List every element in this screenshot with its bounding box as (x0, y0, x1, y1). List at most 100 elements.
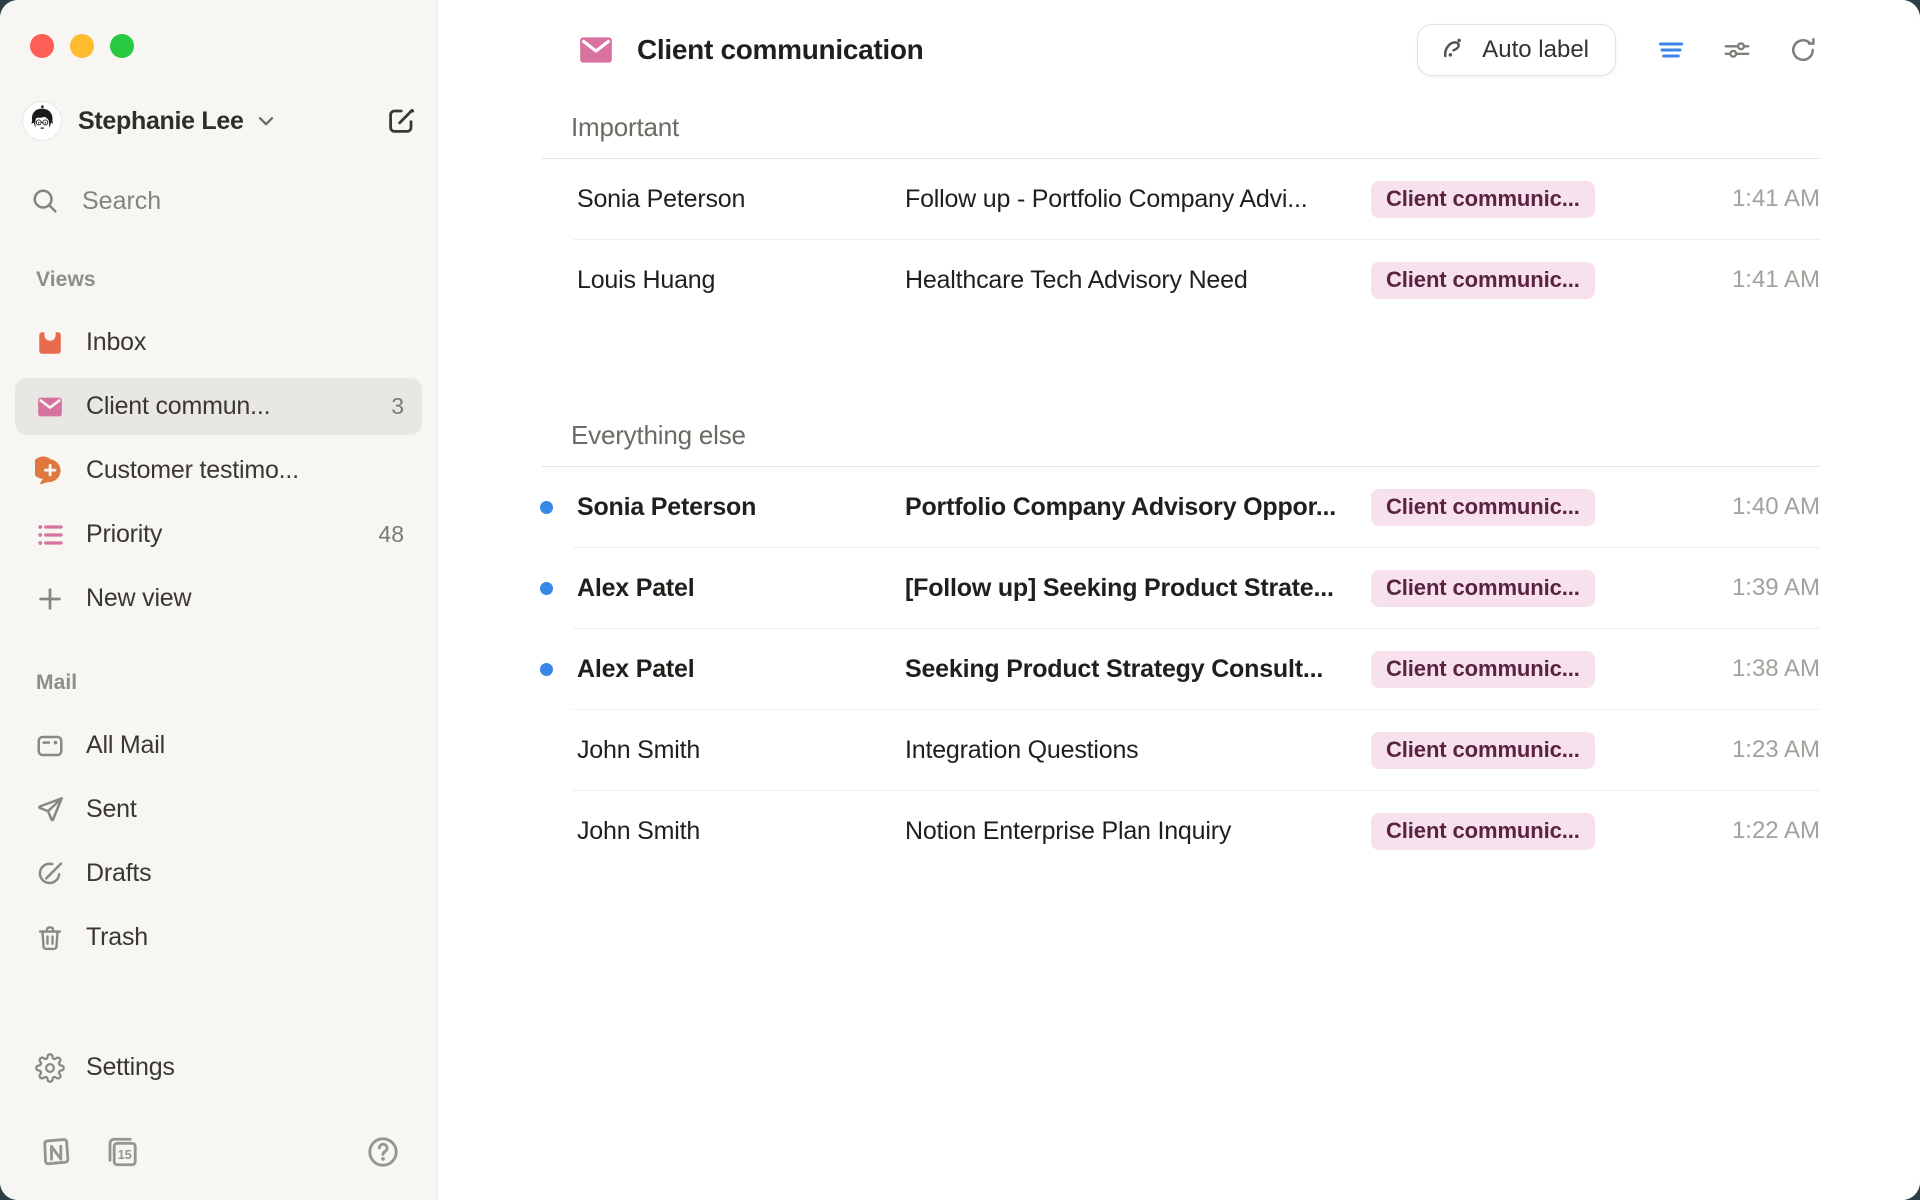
mail-list: ImportantSonia PetersonFollow up - Portf… (438, 100, 1920, 871)
mail-subject: Portfolio Company Advisory Oppor... (905, 493, 1371, 522)
compose-button[interactable] (380, 100, 422, 142)
refresh-icon[interactable] (1788, 35, 1818, 65)
mail-time: 1:41 AM (1595, 266, 1820, 294)
search-icon (30, 186, 60, 216)
mail-subject: Follow up - Portfolio Company Advi... (905, 185, 1371, 214)
sidebar-item-label: Drafts (86, 859, 151, 888)
mail-sender: John Smith (577, 817, 905, 846)
label-badge: Client communic... (1371, 570, 1595, 607)
mail-sender: Sonia Peterson (577, 493, 905, 522)
sidebar-item-trash[interactable]: Trash (15, 909, 422, 966)
sidebar-item-inbox[interactable]: Inbox (15, 314, 422, 371)
sidebar-item-client-commun[interactable]: Client commun... 3 (15, 378, 422, 435)
label-badge: Client communic... (1371, 651, 1595, 688)
window-controls (30, 34, 437, 58)
testimonial-icon (35, 456, 65, 486)
mail-sender: Louis Huang (577, 266, 905, 295)
avatar (22, 101, 62, 141)
mail-row[interactable]: Alex Patel[Follow up] Seeking Product St… (540, 548, 1820, 628)
label-badge: Client communic... (1371, 181, 1595, 218)
auto-label-label: Auto label (1482, 36, 1589, 64)
mail-sender: Alex Patel (577, 655, 905, 684)
svg-text:15: 15 (118, 1147, 132, 1162)
account-row: Stephanie Lee (22, 98, 422, 144)
mail-time: 1:39 AM (1595, 574, 1820, 602)
sidebar-item-label: All Mail (86, 731, 165, 760)
section-label-views: Views (36, 268, 437, 292)
label-badge: Client communic... (1371, 489, 1595, 526)
sidebar-item-label: Priority (86, 520, 162, 549)
auto-label-button[interactable]: Auto label (1417, 24, 1616, 76)
chevron-down-icon (254, 109, 278, 133)
sidebar-item-label: Client commun... (86, 392, 270, 421)
plus-icon (35, 584, 65, 614)
sidebar-item-label: Inbox (86, 328, 146, 357)
main-panel: Client communication Auto label (438, 0, 1920, 1200)
sidebar-item-all-mail[interactable]: All Mail (15, 717, 422, 774)
mail-row[interactable]: Sonia PetersonPortfolio Company Advisory… (540, 467, 1820, 547)
search-input[interactable]: Search (22, 178, 422, 224)
unread-dot (540, 663, 553, 676)
display-settings-icon[interactable] (1722, 35, 1752, 65)
mail-section-title: Important (571, 112, 1820, 143)
mail-time: 1:40 AM (1595, 493, 1820, 521)
mail-time: 1:23 AM (1595, 736, 1820, 764)
unread-dot-slot (540, 663, 577, 676)
page-title: Client communication (637, 34, 923, 66)
sidebar-item-new-view[interactable]: New view (15, 570, 422, 627)
sidebar-footer: 15 (37, 1130, 402, 1174)
mail-subject: Integration Questions (905, 736, 1371, 765)
mail-subject: Notion Enterprise Plan Inquiry (905, 817, 1371, 846)
sidebar-item-customer-testimo[interactable]: Customer testimo... (15, 442, 422, 499)
calendar-icon[interactable]: 15 (103, 1133, 141, 1171)
mail-section-everything-else: Everything else Sonia PetersonPortfolio C… (540, 420, 1820, 871)
section-label-mail: Mail (36, 671, 437, 695)
sidebar-item-label: New view (86, 584, 191, 613)
unread-count: 3 (391, 393, 404, 420)
mail-section-title: Everything else (571, 420, 1820, 451)
mail-sender: Sonia Peterson (577, 185, 905, 214)
mail-row[interactable]: Louis HuangHealthcare Tech Advisory Need… (540, 240, 1820, 320)
view-mail-icon (577, 31, 615, 69)
sidebar: Stephanie Lee Search ViewsInboxClient co (0, 0, 438, 1200)
sidebar-item-label: Sent (86, 795, 137, 824)
filter-icon[interactable] (1656, 35, 1686, 65)
drafts-icon (35, 859, 65, 889)
account-switcher[interactable]: Stephanie Lee (78, 107, 278, 136)
auto-label-wand-icon (1438, 35, 1468, 65)
mail-time: 1:41 AM (1595, 185, 1820, 213)
unread-dot (540, 501, 553, 514)
mail-row[interactable]: John SmithNotion Enterprise Plan Inquiry… (540, 791, 1820, 871)
unread-dot-slot (540, 582, 577, 595)
view-header: Client communication Auto label (438, 0, 1920, 100)
mail-time: 1:38 AM (1595, 655, 1820, 683)
account-name: Stephanie Lee (78, 107, 244, 136)
label-badge: Client communic... (1371, 262, 1595, 299)
mail-row[interactable]: John SmithIntegration QuestionsClient co… (540, 710, 1820, 790)
mail-subject: Seeking Product Strategy Consult... (905, 655, 1371, 684)
sidebar-spacer (0, 973, 437, 1039)
all-mail-icon (35, 731, 65, 761)
sidebar-item-priority[interactable]: Priority48 (15, 506, 422, 563)
label-badge: Client communic... (1371, 813, 1595, 850)
label-badge: Client communic... (1371, 732, 1595, 769)
sidebar-item-sent[interactable]: Sent (15, 781, 422, 838)
mail-subject: [Follow up] Seeking Product Strate... (905, 574, 1371, 603)
sidebar-item-drafts[interactable]: Drafts (15, 845, 422, 902)
mail-sender: Alex Patel (577, 574, 905, 603)
sidebar-item-settings[interactable]: Settings (15, 1039, 422, 1096)
search-placeholder: Search (82, 187, 161, 216)
notion-logo-icon[interactable] (37, 1133, 75, 1171)
priority-icon (35, 520, 65, 550)
gear-icon (35, 1053, 65, 1083)
maximize-button[interactable] (110, 34, 134, 58)
inbox-icon (35, 328, 65, 358)
mail-row[interactable]: Sonia PetersonFollow up - Portfolio Comp… (540, 159, 1820, 239)
minimize-button[interactable] (70, 34, 94, 58)
close-button[interactable] (30, 34, 54, 58)
mail-sender: John Smith (577, 736, 905, 765)
mail-time: 1:22 AM (1595, 817, 1820, 845)
sidebar-item-label: Trash (86, 923, 148, 952)
help-icon[interactable] (364, 1133, 402, 1171)
mail-row[interactable]: Alex PatelSeeking Product Strategy Consu… (540, 629, 1820, 709)
